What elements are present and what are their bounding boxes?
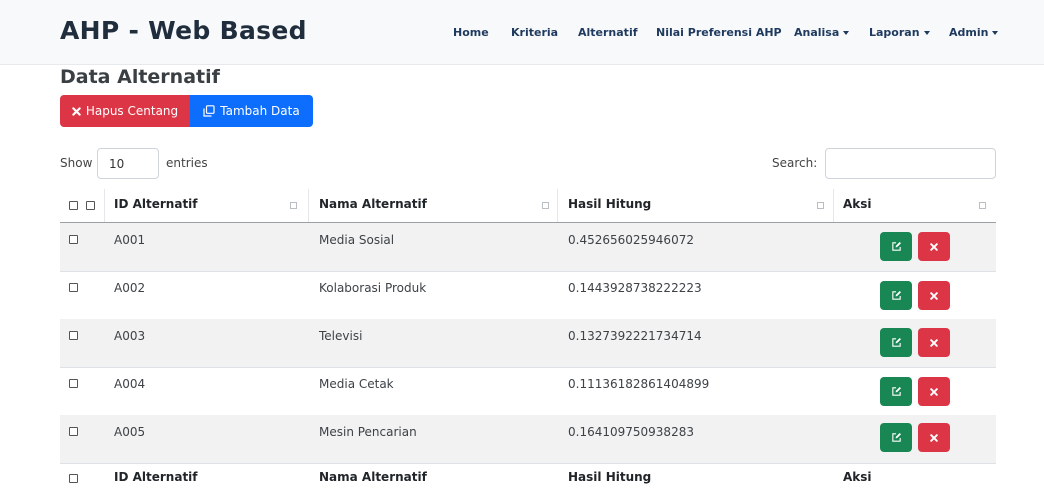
table-row: A001 Media Sosial 0.452656025946072 [60,223,996,272]
edit-icon [891,242,901,251]
page-title: Data Alternatif [60,66,220,88]
brand-logo[interactable]: AHP - Web Based [60,16,307,45]
row-checkbox[interactable] [69,379,78,388]
nav-alternatif[interactable]: Alternatif [578,26,638,39]
sort-icon[interactable] [817,202,824,209]
search-input[interactable] [825,148,996,179]
select-all-checkbox-header[interactable] [86,201,95,210]
nav-laporan-dropdown[interactable]: Laporan [869,26,930,39]
chevron-down-icon [843,31,850,35]
nav-admin-dropdown[interactable]: Admin [949,26,999,39]
entries-label: entries [166,156,208,170]
entries-select[interactable] [97,148,159,179]
header-nama-alternatif[interactable]: Nama Alternatif [319,197,427,211]
close-icon [930,387,938,396]
table-header: ID Alternatif Nama Alternatif Hasil Hitu… [60,189,996,223]
cell-nama: Media Sosial [319,233,395,247]
hapus-centang-button[interactable]: Hapus Centang [60,95,190,127]
delete-button[interactable] [918,281,950,310]
cell-hasil: 0.452656025946072 [568,233,694,247]
column-divider [104,189,105,222]
cell-id: A001 [114,233,146,247]
footer-hasil-hitung: Hasil Hitung [568,470,652,484]
row-checkbox[interactable] [69,283,78,292]
row-checkbox[interactable] [69,427,78,436]
hapus-centang-label: Hapus Centang [85,104,179,118]
cell-id: A002 [114,281,146,295]
edit-icon [891,291,901,300]
cell-nama: Kolaborasi Produk [319,281,427,295]
delete-button[interactable] [918,423,950,452]
select-all-checkbox-footer[interactable] [69,474,78,483]
close-icon [930,291,938,300]
cell-id: A005 [114,425,146,439]
nav-laporan-label: Laporan [869,26,920,39]
select-all-checkbox[interactable] [69,201,78,210]
cell-id: A004 [114,377,146,391]
cell-hasil: 0.164109750938283 [568,425,694,439]
column-divider [308,189,309,222]
cell-hasil: 0.11136182861404899 [568,377,710,391]
copy-icon [203,105,215,117]
edit-button[interactable] [880,281,912,310]
cell-id: A003 [114,329,146,343]
close-icon [72,106,81,116]
nav-admin-label: Admin [949,26,989,39]
search-label: Search: [772,156,818,170]
column-divider [557,189,558,222]
tambah-data-label: Tambah Data [220,104,300,118]
edit-button[interactable] [880,328,912,357]
close-icon [930,338,938,347]
sort-icon[interactable] [542,202,549,209]
footer-nama-alternatif: Nama Alternatif [319,470,427,484]
header-id-alternatif[interactable]: ID Alternatif [114,197,198,211]
close-icon [930,242,938,251]
show-label: Show [60,156,93,170]
nav-analisa-label: Analisa [794,26,840,39]
chevron-down-icon [992,31,999,35]
footer-id-alternatif: ID Alternatif [114,470,198,484]
navbar: AHP - Web Based Home Kriteria Alternatif… [0,0,1044,65]
table-row: A005 Mesin Pencarian 0.164109750938283 [60,415,996,464]
footer-aksi: Aksi [843,470,872,484]
edit-button[interactable] [880,232,912,261]
nav-home[interactable]: Home [453,26,489,39]
delete-button[interactable] [918,328,950,357]
row-checkbox[interactable] [69,235,78,244]
nav-kriteria[interactable]: Kriteria [511,26,558,39]
chevron-down-icon [923,31,930,35]
sort-icon[interactable] [979,202,986,209]
header-aksi: Aksi [843,197,872,211]
edit-button[interactable] [880,377,912,406]
edit-icon [891,387,901,396]
table-row: A002 Kolaborasi Produk 0.144392873822222… [60,271,996,320]
nav-analisa-dropdown[interactable]: Analisa [794,26,850,39]
row-checkbox[interactable] [69,331,78,340]
cell-nama: Mesin Pencarian [319,425,417,439]
cell-hasil: 0.1443928738222223 [568,281,702,295]
table-row: A003 Televisi 0.1327392221734714 [60,319,996,368]
cell-nama: Media Cetak [319,377,394,391]
delete-button[interactable] [918,232,950,261]
delete-button[interactable] [918,377,950,406]
tambah-data-button[interactable]: Tambah Data [190,95,313,127]
table-footer: ID Alternatif Nama Alternatif Hasil Hitu… [60,465,996,493]
sort-icon[interactable] [290,202,297,209]
cell-nama: Televisi [319,329,363,343]
header-hasil-hitung[interactable]: Hasil Hitung [568,197,651,211]
cell-hasil: 0.1327392221734714 [568,329,702,343]
edit-icon [891,433,901,442]
nav-nilai-preferensi[interactable]: Nilai Preferensi AHP [656,26,782,39]
close-icon [930,433,938,442]
table-row: A004 Media Cetak 0.11136182861404899 [60,367,996,416]
column-divider [833,189,834,222]
edit-icon [891,338,901,347]
edit-button[interactable] [880,423,912,452]
